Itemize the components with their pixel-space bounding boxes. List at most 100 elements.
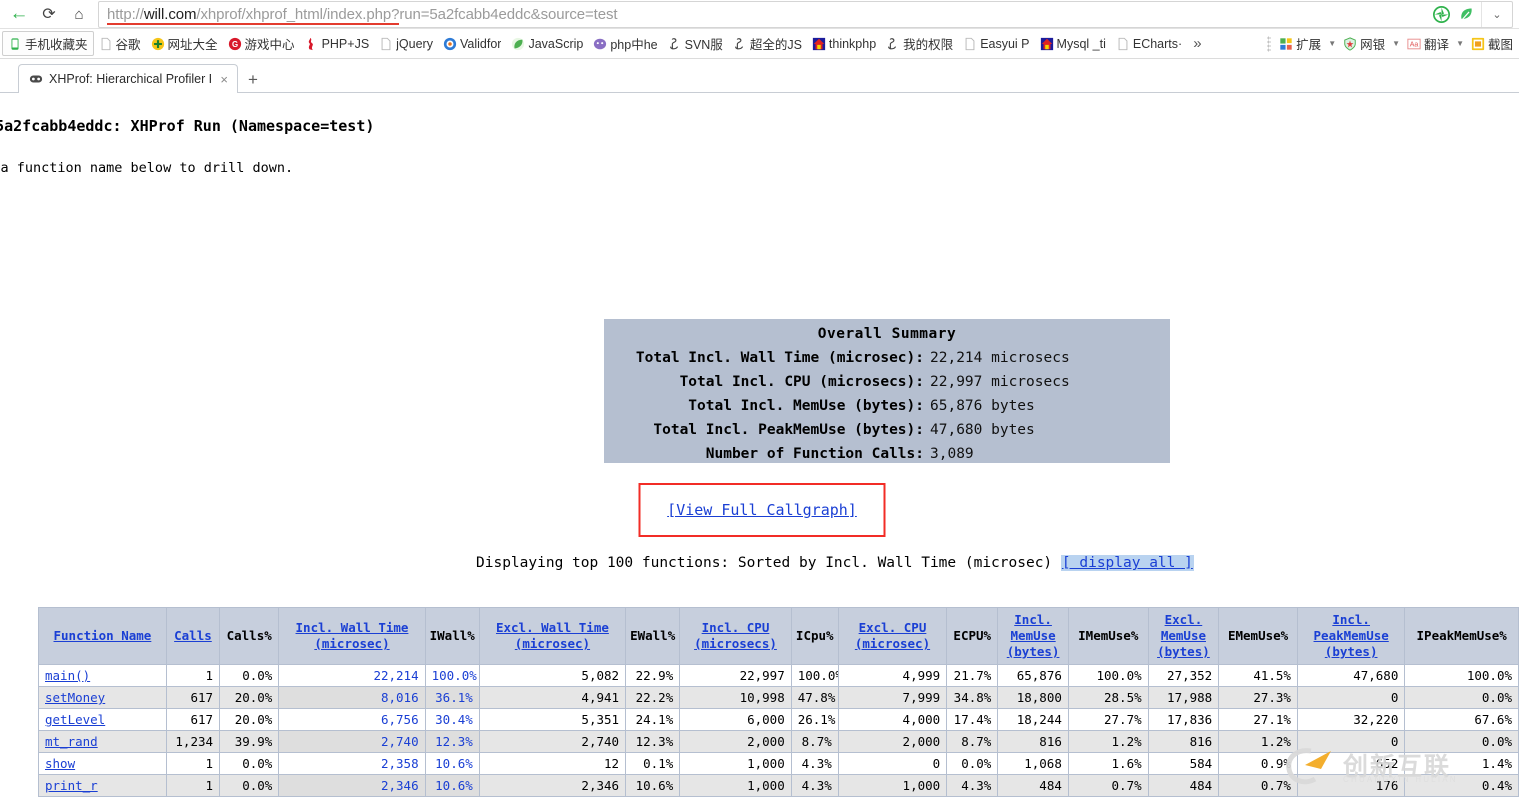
- bookmark-label: 手机收藏夹: [25, 38, 88, 52]
- tab-title: XHProf: Hierarchical Profiler R: [49, 72, 212, 86]
- bookmark-item[interactable]: Easyui P: [958, 35, 1034, 53]
- display-all-link[interactable]: [ display all ]: [1060, 555, 1194, 571]
- col-link[interactable]: Function Name: [54, 628, 152, 643]
- chevron-down-icon[interactable]: ▼: [1389, 39, 1403, 48]
- function-link[interactable]: print_r: [45, 778, 98, 793]
- bookmark-item[interactable]: 超全的JS: [728, 32, 807, 55]
- cell-function-name[interactable]: print_r: [39, 775, 166, 796]
- new-tab-button[interactable]: +: [238, 70, 268, 90]
- cell-imem-pct: 0.7%: [1068, 775, 1148, 796]
- table-row[interactable]: getLevel 617 20.0% 6,756 30.4% 5,351 24.…: [39, 709, 1518, 730]
- table-row[interactable]: main() 1 0.0% 22,214 100.0% 5,082 22.9% …: [39, 665, 1518, 686]
- bookmark-item[interactable]: JavaScrip: [506, 35, 588, 53]
- bookmark-item[interactable]: 手机收藏夹: [2, 31, 94, 56]
- view-full-callgraph-link[interactable]: [View Full Callgraph]: [667, 501, 857, 519]
- cell-function-name[interactable]: setMoney: [39, 687, 166, 708]
- bookmark-item[interactable]: G 游戏中心: [223, 32, 300, 55]
- svg-text:Aa: Aa: [1410, 41, 1419, 48]
- bookmark-item[interactable]: Mysql _ti: [1035, 35, 1111, 53]
- g-circle-icon: G: [228, 37, 241, 50]
- address-bar[interactable]: http://will.com/xhprof/xhprof_html/index…: [98, 0, 1513, 28]
- double-chevron-right-icon[interactable]: »: [1187, 35, 1207, 52]
- col-excl-wall-time[interactable]: Excl. Wall Time (microsec): [479, 608, 626, 664]
- bookmark-item[interactable]: 我的权限: [881, 32, 958, 55]
- col-link[interactable]: Excl. Wall Time (microsec): [496, 620, 609, 651]
- cell-calls-pct: 0.0%: [220, 665, 279, 686]
- col-incl-wall-time[interactable]: Incl. Wall Time (microsec): [279, 608, 425, 664]
- cell-imem-pct: 1.2%: [1068, 731, 1148, 752]
- col-calls[interactable]: Calls: [166, 608, 220, 664]
- bookmark-item[interactable]: Validfor: [438, 35, 506, 53]
- cell-incl-wall: 22,214: [279, 665, 425, 686]
- bookmark-item[interactable]: php中he: [588, 32, 662, 55]
- col-link[interactable]: Excl. CPU (microsec): [855, 620, 930, 651]
- col-incl-cpu[interactable]: Incl. CPU (microsecs): [680, 608, 791, 664]
- cell-calls-pct: 0.0%: [220, 775, 279, 796]
- cell-function-name[interactable]: main(): [39, 665, 166, 686]
- cell-calls: 617: [166, 687, 220, 708]
- col-incl-peakmemuse[interactable]: Incl. PeakMemUse (bytes): [1297, 608, 1405, 664]
- home-icon[interactable]: ⌂: [64, 0, 94, 28]
- col-excl-cpu[interactable]: Excl. CPU (microsec): [838, 608, 947, 664]
- translate-button[interactable]: Aa 翻译: [1405, 32, 1451, 55]
- back-arrow-icon[interactable]: ←: [4, 0, 34, 28]
- function-link[interactable]: mt_rand: [45, 734, 98, 749]
- chevron-down-icon[interactable]: ▼: [1453, 39, 1467, 48]
- ebank-button[interactable]: 网银: [1341, 32, 1387, 55]
- col-ipeakmemuse-pct: IPeakMemUse%: [1405, 608, 1518, 664]
- aperture-icon[interactable]: [1433, 5, 1450, 23]
- run-title-text: n #5a2fcabb4eddc: XHProf Run (Namespace=…: [0, 117, 375, 135]
- col-function-name[interactable]: Function Name: [39, 608, 166, 664]
- cell-ipeak-pct: 0.0%: [1405, 687, 1518, 708]
- url-path: /xhprof/xhprof_html/index.php?run=5a2fca…: [196, 5, 618, 23]
- toolbar-divider: [1267, 35, 1272, 52]
- chevron-down-icon[interactable]: ▼: [1325, 39, 1339, 48]
- cell-function-name[interactable]: getLevel: [39, 709, 166, 730]
- chevron-down-icon[interactable]: ⌄: [1481, 1, 1512, 27]
- col-link[interactable]: Excl. MemUse (bytes): [1157, 612, 1210, 659]
- cell-calls-pct: 0.0%: [220, 753, 279, 774]
- table-row[interactable]: setMoney 617 20.0% 8,016 36.1% 4,941 22.…: [39, 687, 1518, 708]
- screenshot-button[interactable]: 截图: [1469, 32, 1515, 55]
- bookmark-label: jQuery: [396, 36, 433, 51]
- col-link[interactable]: Incl. PeakMemUse (bytes): [1314, 612, 1389, 659]
- tab-xhprof[interactable]: XHProf: Hierarchical Profiler R ×: [18, 64, 238, 93]
- cell-function-name[interactable]: show: [39, 753, 166, 774]
- table-row[interactable]: mt_rand 1,234 39.9% 2,740 12.3% 2,740 12…: [39, 731, 1518, 752]
- house-icon: [1040, 37, 1053, 50]
- col-link[interactable]: Calls: [174, 628, 212, 643]
- function-link[interactable]: getLevel: [45, 712, 105, 727]
- bookmark-item[interactable]: 网址大全: [146, 32, 223, 55]
- function-link[interactable]: show: [45, 756, 75, 771]
- bookmark-item[interactable]: 谷歌: [94, 32, 146, 55]
- leaf-icon[interactable]: [1458, 6, 1475, 23]
- bookmark-label: 谷歌: [115, 38, 141, 52]
- cell-ewall-pct: 22.2%: [626, 687, 680, 708]
- col-link[interactable]: Incl. Wall Time (microsec): [296, 620, 409, 651]
- col-imemuse-pct: IMemUse%: [1068, 608, 1148, 664]
- cell-incl-wall: 2,740: [279, 731, 425, 752]
- function-link[interactable]: setMoney: [45, 690, 105, 705]
- col-link[interactable]: Incl. MemUse (bytes): [1007, 612, 1060, 659]
- extensions-button[interactable]: 扩展: [1277, 32, 1323, 55]
- bookmark-item[interactable]: thinkphp: [807, 35, 881, 53]
- bookmark-item[interactable]: SVN服: [663, 32, 728, 55]
- col-excl-memuse[interactable]: Excl. MemUse (bytes): [1148, 608, 1219, 664]
- bookmark-label: ECharts·: [1132, 36, 1183, 51]
- col-incl-memuse[interactable]: Incl. MemUse (bytes): [998, 608, 1068, 664]
- bookmark-item[interactable]: jQuery: [374, 35, 438, 53]
- bookmark-item[interactable]: PHP+JS: [300, 35, 375, 53]
- svg-text:G: G: [231, 40, 237, 49]
- cell-imem-pct: 27.7%: [1068, 709, 1148, 730]
- close-icon[interactable]: ×: [217, 72, 231, 87]
- cell-function-name[interactable]: mt_rand: [39, 731, 166, 752]
- summary-value: 65,876 bytes: [930, 398, 1035, 414]
- reload-icon[interactable]: ⟳: [34, 0, 64, 28]
- bookmark-item[interactable]: ECharts·: [1111, 35, 1187, 53]
- col-link[interactable]: Incl. CPU (microsecs): [694, 620, 777, 651]
- function-link[interactable]: main(): [45, 668, 90, 683]
- cell-ipeak-pct: 0.4%: [1405, 775, 1518, 796]
- table-row[interactable]: print_r 1 0.0% 2,346 10.6% 2,346 10.6% 1…: [39, 775, 1518, 796]
- bookmark-label: SVN服: [684, 38, 723, 52]
- table-row[interactable]: show 1 0.0% 2,358 10.6% 12 0.1% 1,000 4.…: [39, 753, 1518, 774]
